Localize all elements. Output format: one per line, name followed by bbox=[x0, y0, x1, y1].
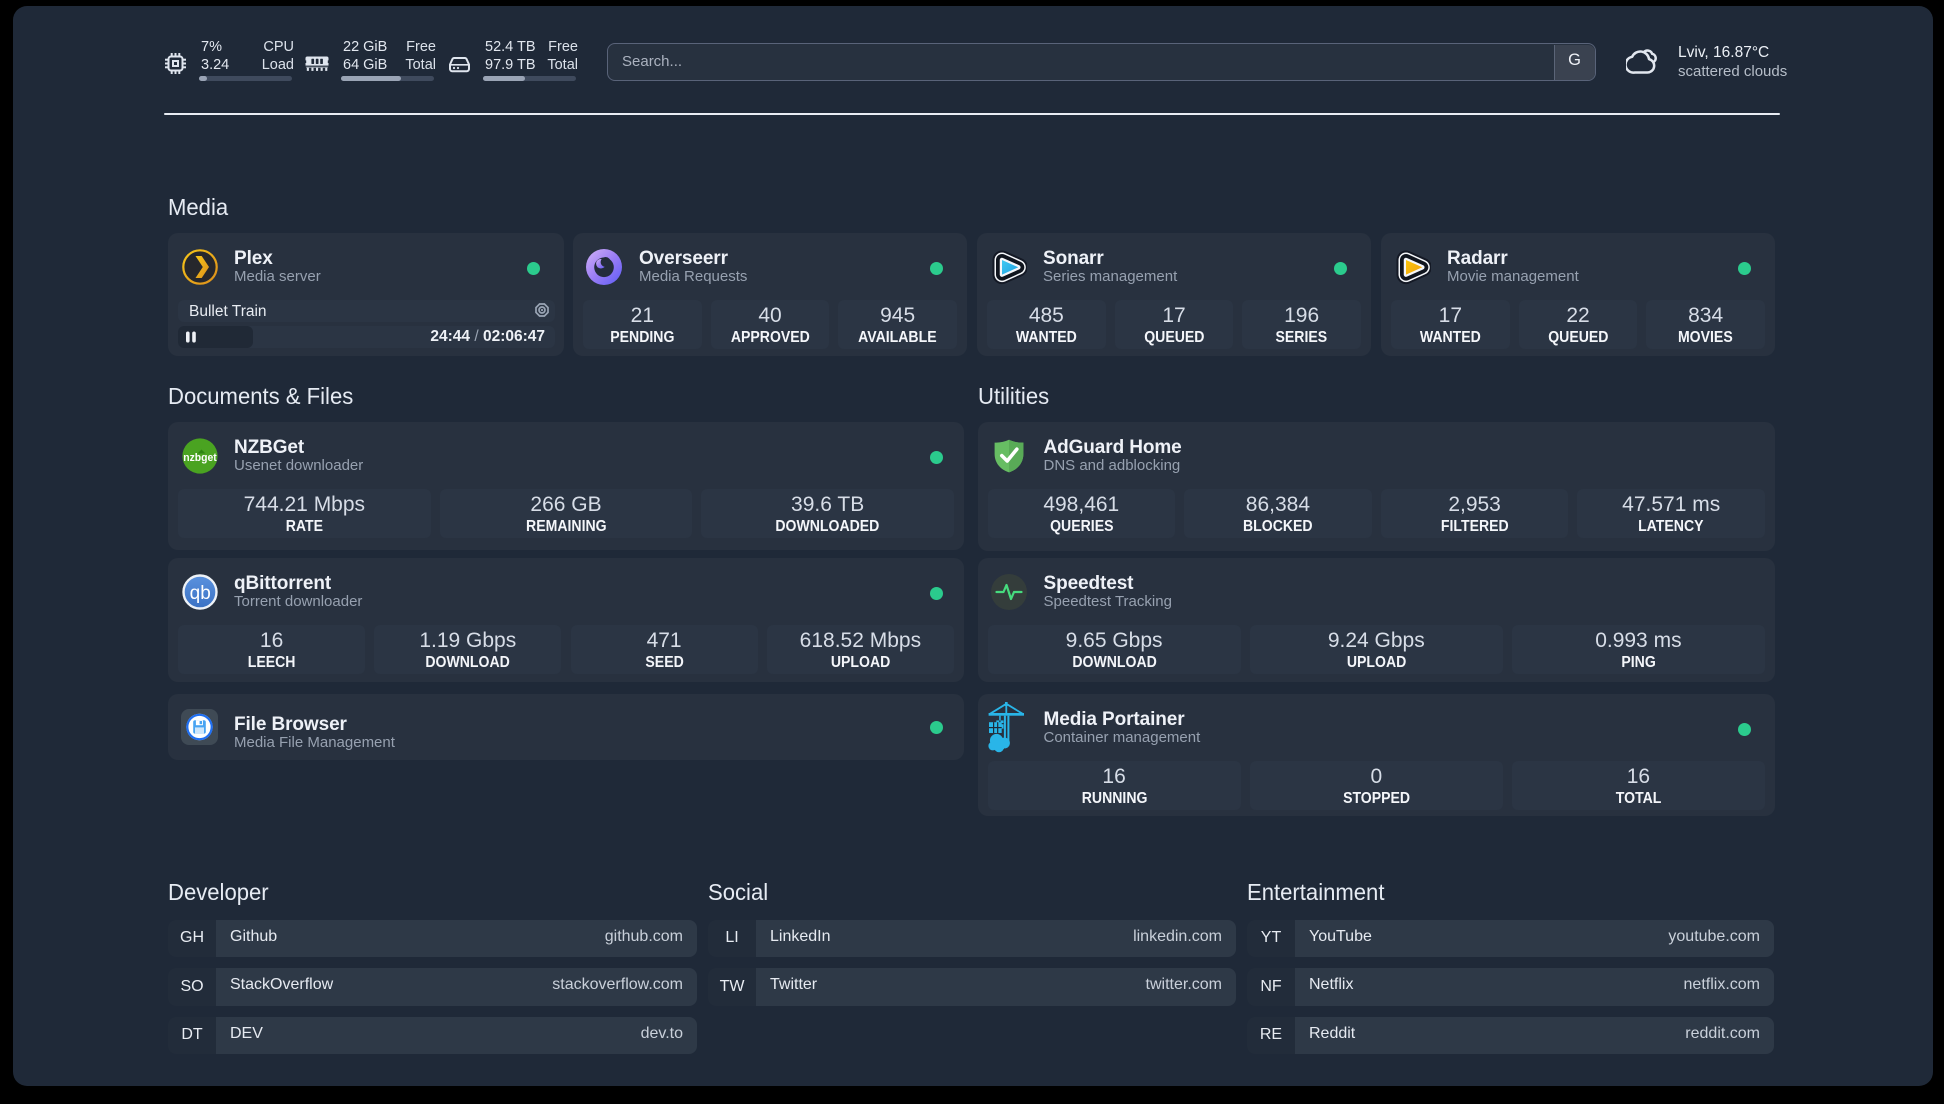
svg-text:nzbget: nzbget bbox=[183, 452, 217, 464]
svg-text:qb: qb bbox=[190, 583, 211, 604]
